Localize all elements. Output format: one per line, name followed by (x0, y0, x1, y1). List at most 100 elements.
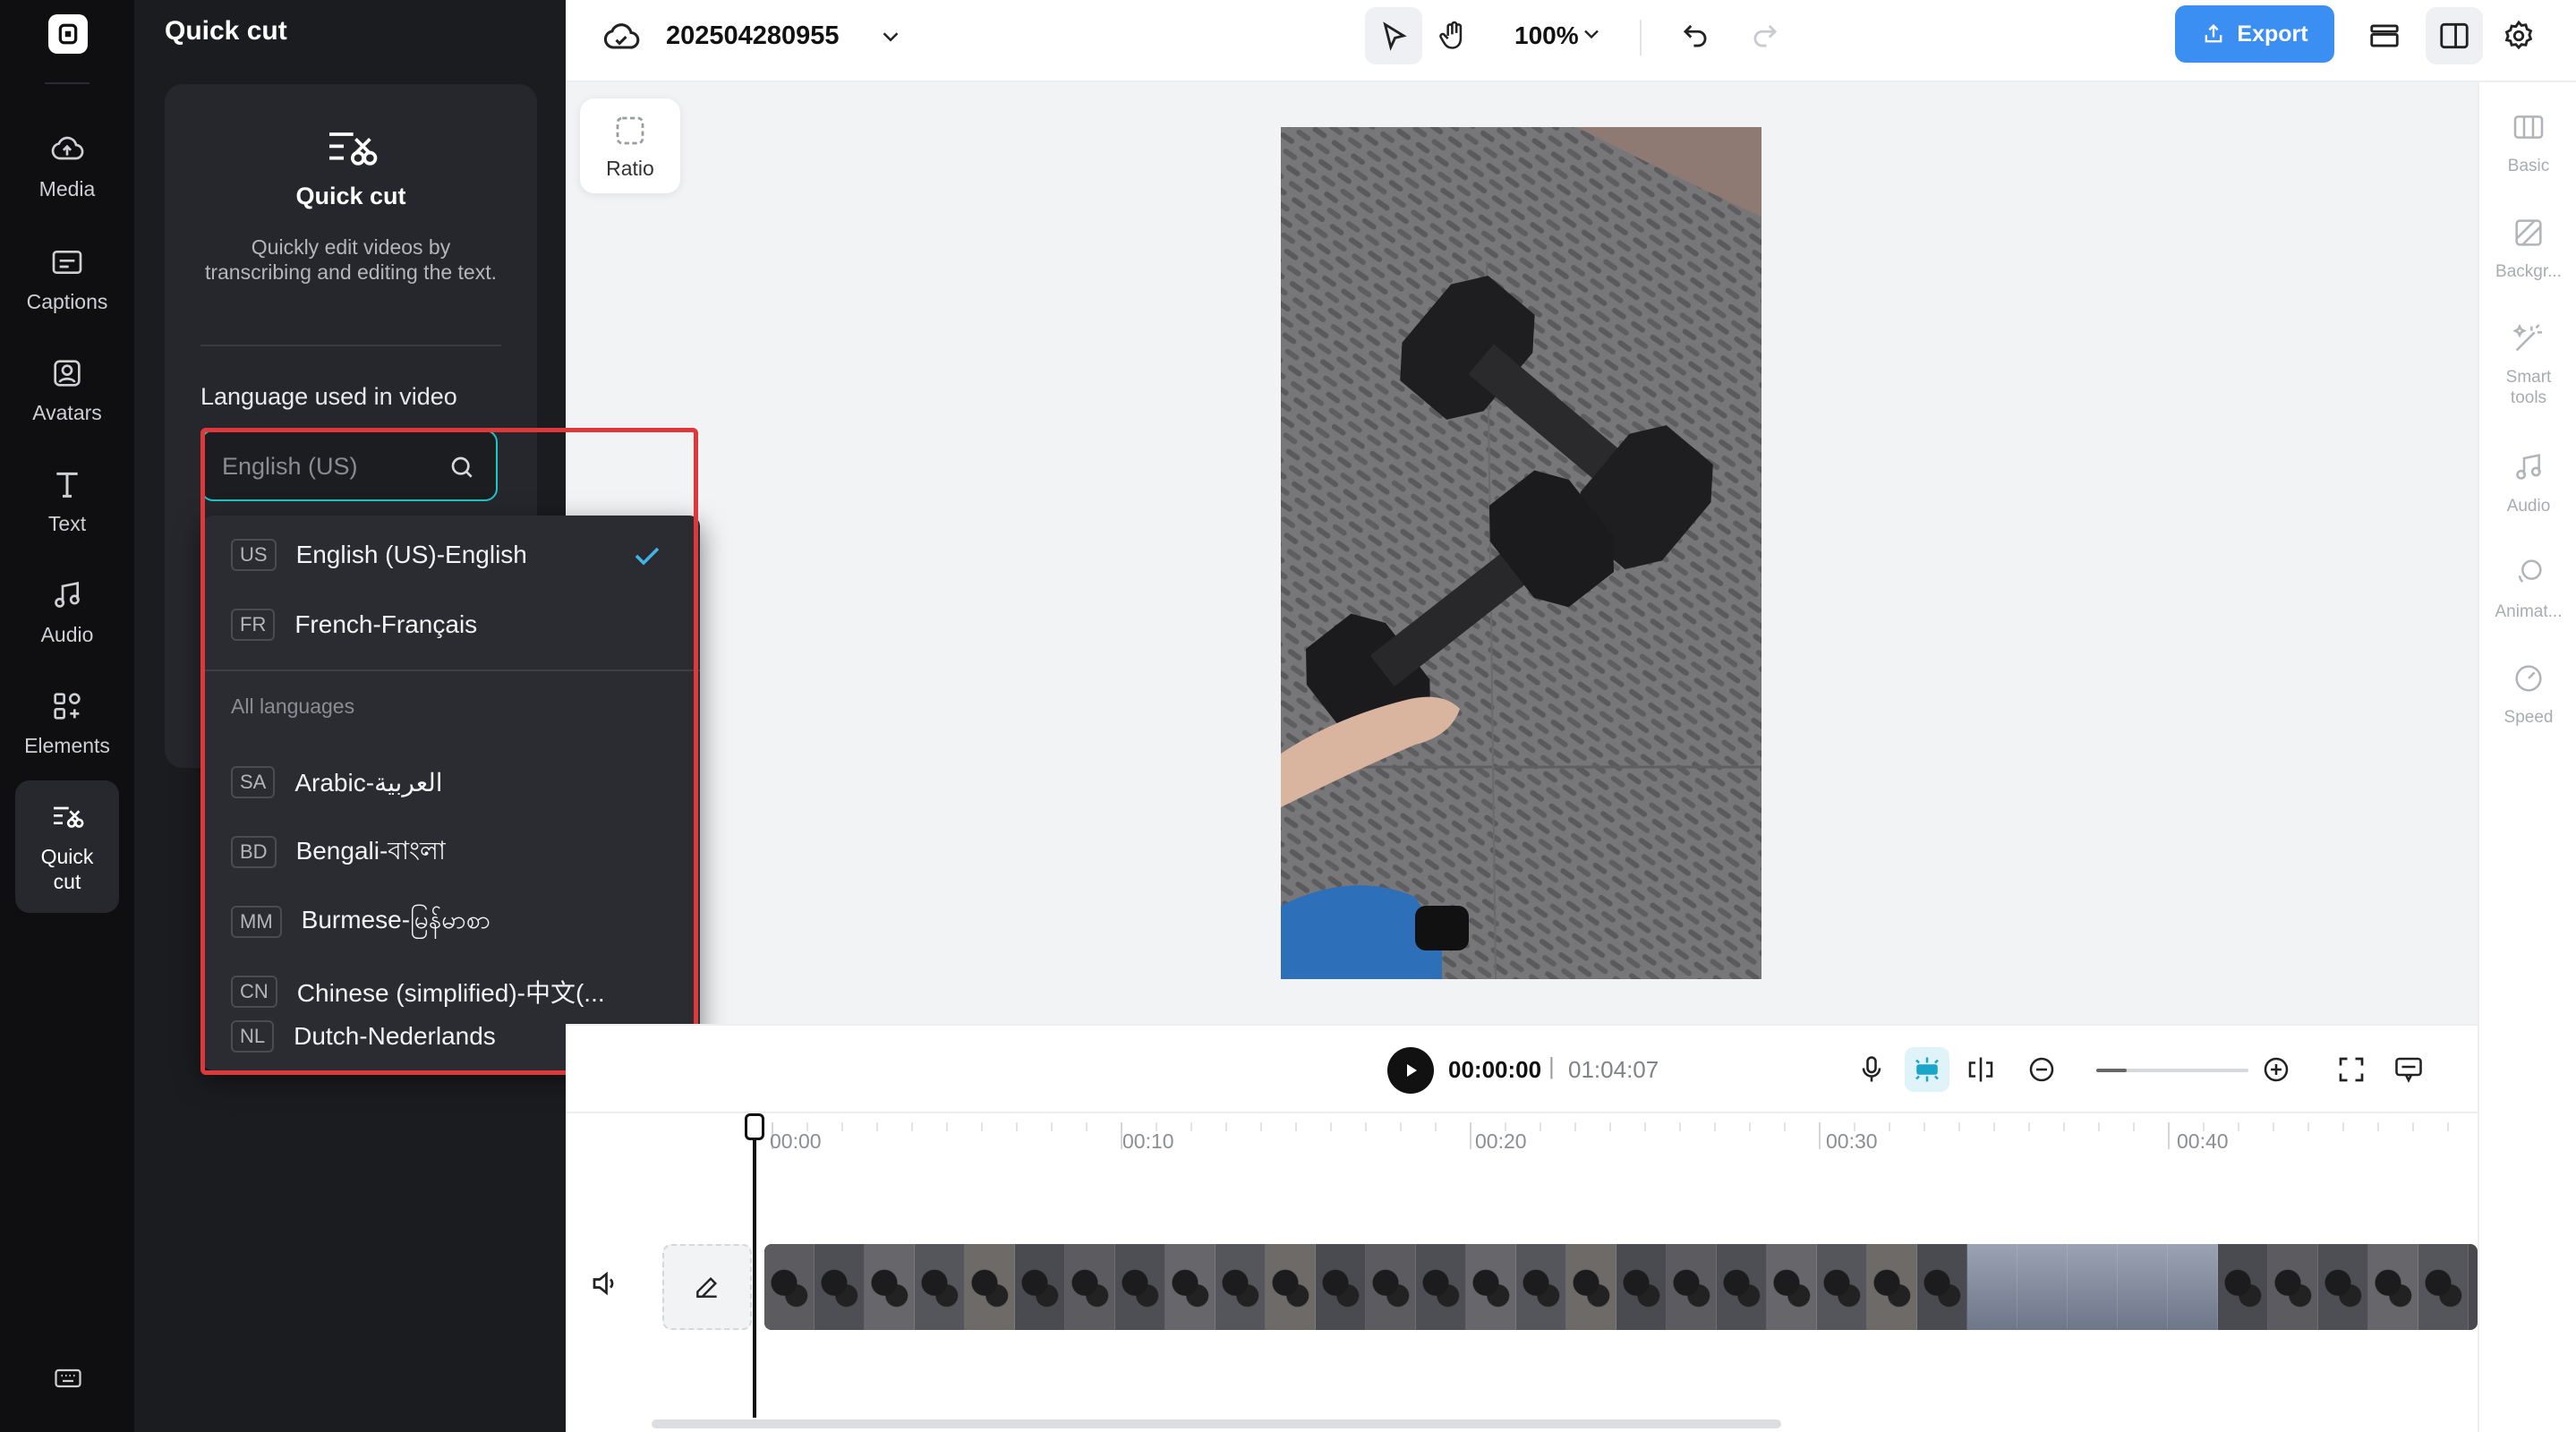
undo-button[interactable] (1667, 7, 1724, 64)
ruler-minor-tick (1365, 1122, 1367, 1131)
ruler-minor-tick (1574, 1122, 1576, 1131)
magnet-snap-icon (1915, 1057, 1939, 1082)
keyboard-shortcuts-button[interactable] (48, 1359, 88, 1398)
ruler-minor-tick (2133, 1122, 2135, 1131)
ruler-minor-tick (2342, 1122, 2344, 1131)
avatar-icon (54, 360, 81, 387)
caption-preview-button[interactable] (2386, 1047, 2431, 1092)
app-logo[interactable] (48, 14, 88, 54)
project-title[interactable]: 202504280955 (666, 21, 840, 51)
language-search-field[interactable] (200, 430, 498, 501)
rb-item-audio[interactable]: Audio (2479, 449, 2576, 516)
language-option-bd[interactable]: BD Bengali-বাংলা (202, 820, 700, 884)
language-option-sa[interactable]: SA Arabic-العربية (202, 750, 700, 814)
hand-icon (1439, 21, 1463, 49)
language-label: Language used in video (200, 383, 457, 410)
clip-thumbnail (2268, 1244, 2318, 1330)
ruler-label: 00:10 (1122, 1129, 1174, 1153)
export-button[interactable]: Export (2175, 5, 2334, 63)
zoom-slider-fill (2096, 1069, 2127, 1072)
fullscreen-button[interactable] (2329, 1047, 2374, 1092)
rb-item-background[interactable]: Backgr... (2479, 215, 2576, 282)
auto-snap-button[interactable] (1905, 1047, 1949, 1092)
timeline-zoom-slider[interactable] (2096, 1069, 2248, 1072)
zoom-in-button[interactable] (2254, 1047, 2299, 1092)
rb-item-animation[interactable]: Animat... (2479, 555, 2576, 622)
ruler-minor-tick (1330, 1122, 1332, 1131)
rail-item-quick-cut[interactable]: Quick cut (15, 780, 119, 913)
rb-label: Animat... (2495, 602, 2563, 621)
edit-cover-button[interactable] (662, 1244, 752, 1330)
timeline[interactable]: 00:00 00:10 00:20 00:30 00:40 (566, 1113, 2478, 1432)
ruler-minor-tick (1784, 1122, 1786, 1131)
redo-icon (1753, 24, 1778, 47)
ruler-minor-tick (1400, 1122, 1402, 1131)
screen-comment-icon (2395, 1057, 2422, 1083)
panel-layout-button[interactable] (2426, 7, 2483, 64)
chevron-down-icon[interactable] (877, 23, 904, 50)
zoom-level[interactable]: 100% (1514, 21, 1579, 50)
language-option-fr[interactable]: FR French-Français (202, 592, 700, 657)
split-button[interactable] (1958, 1047, 2003, 1092)
panel-title: Quick cut (165, 16, 287, 46)
ruler-minor-tick (1644, 1122, 1646, 1131)
rb-item-basic[interactable]: Basic (2479, 109, 2576, 176)
ruler-minor-tick (1958, 1122, 1960, 1131)
language-code-badge: BD (231, 836, 277, 868)
ruler-tick (1470, 1122, 1471, 1149)
ruler-label: 00:20 (1475, 1129, 1527, 1153)
checkmark-icon (635, 547, 660, 566)
video-clip-track[interactable] (764, 1244, 2478, 1330)
ruler-label: 00:40 (2177, 1129, 2229, 1153)
timeline-scrollbar[interactable] (652, 1419, 1781, 1428)
ruler-minor-tick (1540, 1122, 1541, 1131)
dropdown-divider (202, 669, 700, 671)
language-option-mm[interactable]: MM Burmese-မြန်မာစာ (202, 890, 700, 954)
chevron-down-icon[interactable] (1579, 21, 1604, 47)
rb-item-speed[interactable]: Speed (2479, 661, 2576, 728)
video-preview[interactable] (1281, 127, 1761, 979)
rail-item-audio[interactable]: Audio (15, 562, 119, 662)
rail-item-media[interactable]: Media (15, 116, 119, 217)
rail-item-captions[interactable]: Captions (15, 229, 119, 329)
ruler-minor-tick (1749, 1122, 1751, 1131)
layers-button[interactable] (2356, 7, 2413, 64)
rail-divider (45, 82, 90, 84)
rb-label: Backgr... (2495, 262, 2562, 281)
clip-thumbnail (1215, 1244, 1266, 1330)
ruler-minor-tick (1889, 1122, 1890, 1131)
rb-item-smart-tools[interactable]: Smart tools (2479, 320, 2576, 408)
rail-item-text[interactable]: Text (15, 451, 119, 551)
ruler-minor-tick (981, 1122, 983, 1131)
rail-label: Audio (40, 623, 94, 646)
clip-thumbnail (1667, 1244, 1717, 1330)
playhead[interactable] (753, 1113, 756, 1418)
voiceover-button[interactable] (1849, 1047, 1894, 1092)
language-option-us[interactable]: US English (US)-English (202, 523, 700, 587)
ruler-minor-tick (2307, 1122, 2309, 1131)
ruler-tick (1819, 1122, 1821, 1149)
speaker-icon[interactable] (589, 1267, 621, 1300)
cloud-sync-icon[interactable] (601, 18, 641, 57)
rb-label: Basic (2507, 157, 2550, 175)
play-button[interactable] (1387, 1047, 1434, 1094)
redo-button[interactable] (1736, 7, 1794, 64)
zoom-out-button[interactable] (2019, 1047, 2064, 1092)
ruler-minor-tick (911, 1122, 913, 1131)
ruler-tick (2168, 1122, 2170, 1149)
hand-tool-button[interactable] (1425, 7, 1482, 64)
settings-button[interactable] (2490, 7, 2547, 64)
play-icon (1407, 1064, 1417, 1077)
rail-item-avatars[interactable]: Avatars (15, 340, 119, 440)
ratio-button[interactable]: Ratio (580, 98, 680, 193)
rail-label: Elements (24, 734, 110, 757)
playhead-handle[interactable] (745, 1113, 764, 1140)
language-search-input[interactable] (222, 449, 437, 483)
card-title: Quick cut (295, 183, 406, 209)
rail-item-elements[interactable]: Elements (15, 673, 119, 773)
select-tool-button[interactable] (1365, 7, 1422, 64)
rb-label: Speed (2503, 708, 2554, 727)
clip-thumbnail (2068, 1244, 2118, 1330)
clip-thumbnail (2318, 1244, 2368, 1330)
minus-circle-icon (2029, 1057, 2054, 1082)
